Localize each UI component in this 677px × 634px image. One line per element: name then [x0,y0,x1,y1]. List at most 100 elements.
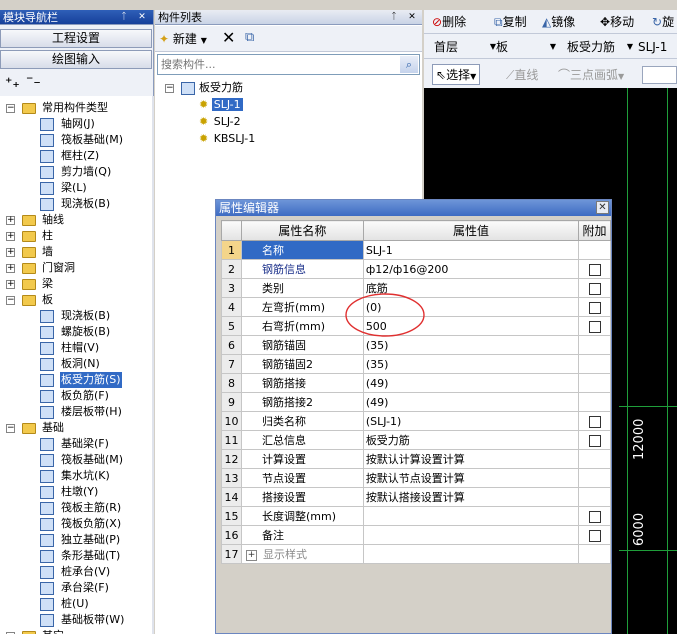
rotate-label: 旋 [662,15,675,29]
collapse-all-icon[interactable]: ⁻₋ [26,73,41,89]
property-value[interactable] [362,544,580,564]
property-row[interactable]: 2 钢筋信息 ф12/ф16@200 [221,259,611,279]
drawing-input-button[interactable]: 绘图输入 [0,50,152,69]
copy-icon[interactable]: ⧉ [245,28,254,48]
expand-icon[interactable]: + [245,549,257,561]
delete-icon[interactable]: ✕ [222,28,235,48]
rotate-button[interactable]: ↻旋 [652,12,674,32]
property-value[interactable]: 按默认节点设置计算 [362,468,580,488]
nav-item-label: 条形基础(T) [61,549,121,562]
module-nav-title-text: 模块导航栏 [3,11,58,24]
expand-icon[interactable]: + [6,216,15,225]
expand-icon[interactable]: + [6,280,15,289]
property-row[interactable]: 15 长度调整(mm) [221,506,611,526]
mirror-icon: ◭ [542,15,552,29]
component-item-slj2[interactable]: ✹ SLJ-2 [199,114,243,130]
copy-button[interactable]: ⧉复制 [494,12,527,32]
move-label: 移动 [610,15,635,29]
nav-item-label: 柱帽(V) [61,341,100,354]
property-row[interactable]: 12 计算设置 按默认计算设置计算 [221,449,611,469]
expand-icon[interactable]: + [6,248,15,257]
collapse-icon[interactable]: − [6,104,15,113]
extra-checkbox[interactable] [588,282,601,295]
property-row[interactable]: 6 钢筋锚固 (35) [221,335,611,355]
pin-icon[interactable]: ᛏ [388,10,400,25]
close-icon[interactable]: ✕ [406,10,418,25]
extra-input[interactable] [642,66,677,84]
property-value[interactable]: (49) [362,392,580,412]
collapse-icon[interactable]: − [6,296,15,305]
property-value[interactable]: (SLJ-1) [362,411,580,431]
property-value[interactable] [362,525,580,545]
property-value[interactable]: 按默认搭接设置计算 [362,487,580,507]
component-item-kbslj1[interactable]: ✹ KBSLJ-1 [199,131,257,147]
search-icon[interactable]: ⌕ [400,56,418,73]
arc-button[interactable]: ⌒三点画弧▼ [558,65,624,85]
category-select[interactable]: 板 ▼ [496,38,556,56]
property-row[interactable]: 16 备注 [221,525,611,545]
property-row[interactable]: 1 名称 SLJ-1 [221,240,611,260]
property-name: 钢筋锚固 [240,335,364,355]
property-value[interactable]: (35) [362,335,580,355]
extra-checkbox[interactable] [588,510,601,523]
extra-checkbox[interactable] [588,415,601,428]
new-button[interactable]: ✦ 新建 ▼ [159,29,207,49]
close-icon[interactable]: ✕ [596,201,609,214]
row-number: 3 [221,278,242,298]
component-toolbar: ✦ 新建 ▼ ✕ ⧉ [155,26,422,52]
component-item-slj1[interactable]: ✹ SLJ-1 [199,97,243,113]
move-button[interactable]: ✥移动 [600,12,634,32]
extra-checkbox[interactable] [588,263,601,276]
item-select[interactable]: SLJ-1 [638,38,677,56]
extra-checkbox[interactable] [588,320,601,333]
extra-checkbox[interactable] [588,301,601,314]
line-button[interactable]: ⟋直线 [506,65,538,85]
property-row[interactable]: 17 + 显示样式 [221,544,611,564]
property-row[interactable]: 7 钢筋锚固2 (35) [221,354,611,374]
floor-select[interactable]: 首层 ▼ [434,38,496,56]
property-value[interactable]: (49) [362,373,580,393]
property-row[interactable]: 9 钢筋搭接2 (49) [221,392,611,412]
column-header-name[interactable]: 属性名称 [240,220,364,241]
column-header-extra[interactable]: 附加 [578,220,611,241]
property-row[interactable]: 10 归类名称 (SLJ-1) [221,411,611,431]
nav-item-label: 柱墩(Y) [61,485,99,498]
arc-icon: ⌒ [558,68,571,82]
property-value[interactable]: SLJ-1 [362,240,580,260]
property-extra-cell [578,373,611,393]
mirror-button[interactable]: ◭镜像 [542,12,575,32]
pin-icon[interactable]: ᛏ [118,10,130,25]
property-editor-titlebar[interactable]: 属性编辑器 ✕ [216,200,611,216]
line-label: 直线 [514,68,539,82]
property-row[interactable]: 14 搭接设置 按默认搭接设置计算 [221,487,611,507]
property-name: 钢筋搭接 [240,373,364,393]
dimension-label-12000: 12000 [632,418,647,460]
delete-button[interactable]: ⊘删除 [432,12,466,32]
column-header-value[interactable]: 属性值 [362,220,580,241]
property-value[interactable]: ф12/ф16@200 [362,259,580,279]
property-value[interactable]: 板受力筋 [362,430,580,450]
project-settings-button[interactable]: 工程设置 [0,29,152,48]
component-list-header: 构件列表 ᛏ ✕ [155,10,422,25]
collapse-icon[interactable]: − [165,84,174,93]
collapse-icon[interactable]: − [6,424,15,433]
property-row[interactable]: 13 节点设置 按默认节点设置计算 [221,468,611,488]
expand-all-icon[interactable]: ⁺₊ [5,75,20,91]
component-icon [40,134,54,147]
move-icon: ✥ [600,15,611,29]
search-input[interactable] [158,55,396,74]
expand-icon[interactable]: + [6,264,15,273]
select-label: 选择 [446,68,471,82]
property-row[interactable]: 11 汇总信息 板受力筋 [221,430,611,450]
nav-scroll-track[interactable] [152,96,154,634]
expand-icon[interactable]: + [6,232,15,241]
property-value[interactable]: (35) [362,354,580,374]
property-value[interactable] [362,506,580,526]
type-select[interactable]: 板受力筋 ▼ [567,38,633,56]
select-button[interactable]: ⇖选择▼ [432,64,481,85]
extra-checkbox[interactable] [588,529,601,542]
extra-checkbox[interactable] [588,434,601,447]
close-icon[interactable]: ✕ [136,10,148,25]
property-value[interactable]: 按默认计算设置计算 [362,449,580,469]
property-row[interactable]: 8 钢筋搭接 (49) [221,373,611,393]
